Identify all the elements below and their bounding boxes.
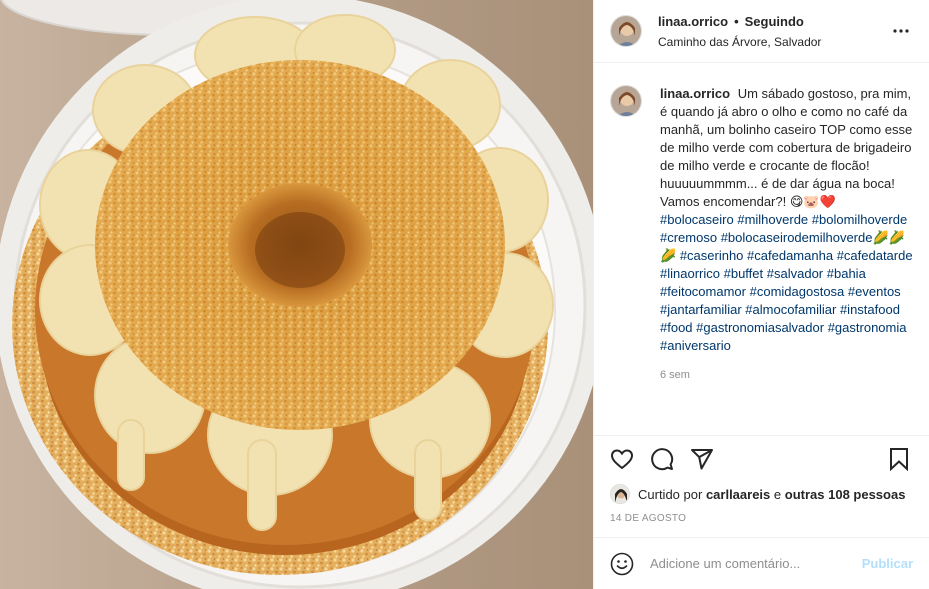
hashtag-link[interactable]: #gastronomiasalvador	[696, 320, 824, 335]
hashtag-link[interactable]: #instafood	[840, 302, 900, 317]
comment-input[interactable]	[650, 556, 862, 571]
hashtag-link[interactable]: #bahia	[827, 266, 866, 281]
hashtag-link[interactable]: #aniversario	[660, 338, 731, 353]
hashtag-link[interactable]: #jantarfamiliar	[660, 302, 742, 317]
hashtag-link[interactable]: #cafedamanha	[747, 248, 833, 263]
hashtag-link[interactable]: #eventos	[848, 284, 901, 299]
hashtag-link[interactable]: #feitocomamor	[660, 284, 746, 299]
smiley-icon	[610, 552, 634, 575]
following-button[interactable]: Seguindo	[745, 14, 804, 29]
post-side-panel: linaa.orrico • Seguindo Caminho das Árvo…	[593, 0, 929, 589]
hashtag-link[interactable]: #gastronomia	[828, 320, 907, 335]
header-line: linaa.orrico • Seguindo	[658, 14, 821, 29]
likes-summary: Curtido por carllaareis e outras 108 pes…	[594, 481, 929, 507]
add-comment-bar: Publicar	[594, 537, 929, 589]
action-bar	[594, 435, 929, 481]
caption-username[interactable]: linaa.orrico	[660, 86, 730, 101]
caption: linaa.orrico Um sábado gostoso, pra mim,…	[610, 85, 913, 381]
caption-message: Um sábado gostoso, pra mim, é quando já …	[660, 86, 913, 209]
share-icon	[691, 448, 713, 469]
like-button[interactable]	[602, 439, 642, 479]
hashtag-link[interactable]: #salvador	[767, 266, 823, 281]
likes-prefix: Curtido por	[638, 486, 703, 502]
hashtag-link[interactable]: #bolomilhoverde	[812, 212, 907, 227]
hashtag-link[interactable]: #cremoso	[660, 230, 717, 245]
author-avatar[interactable]	[610, 15, 642, 47]
hashtag-link[interactable]: #bolocaseiro	[660, 212, 734, 227]
bookmark-icon	[890, 448, 908, 471]
hashtag-link[interactable]: #milhoverde	[737, 212, 808, 227]
comments-section: linaa.orrico Um sábado gostoso, pra mim,…	[594, 63, 929, 435]
liker-avatar[interactable]	[610, 484, 630, 504]
location-link[interactable]: Caminho das Árvore, Salvador	[658, 35, 821, 49]
hashtag-link[interactable]: #almocofamiliar	[745, 302, 836, 317]
avatar-image	[611, 16, 641, 46]
likes-others-link[interactable]: outras 108 pessoas	[785, 487, 906, 502]
save-button[interactable]	[879, 439, 919, 479]
author-username[interactable]: linaa.orrico	[658, 14, 728, 29]
cake-photo	[0, 0, 593, 589]
heart-icon	[610, 448, 634, 469]
hashtag-link[interactable]: #food	[660, 320, 693, 335]
publish-button[interactable]: Publicar	[862, 556, 913, 571]
hashtag-link[interactable]: #caserinho	[680, 248, 744, 263]
emoji-button[interactable]	[610, 552, 634, 576]
header-separator: •	[734, 13, 739, 29]
hashtag-link[interactable]: #buffet	[724, 266, 764, 281]
hashtag-link[interactable]: #cafedatarde	[837, 248, 913, 263]
post-date: 14 DE AGOSTO	[610, 513, 687, 524]
caption-avatar[interactable]	[610, 85, 642, 117]
liker-username[interactable]: carllaareis	[706, 487, 770, 502]
avatar-image	[611, 86, 641, 116]
caption-body: linaa.orrico Um sábado gostoso, pra mim,…	[660, 85, 913, 381]
hashtag-list: #bolocaseiro #milhoverde #bolomilhoverde…	[660, 212, 913, 353]
header-text: linaa.orrico • Seguindo Caminho das Árvo…	[658, 14, 821, 49]
post-header: linaa.orrico • Seguindo Caminho das Árvo…	[594, 0, 929, 63]
comment-icon	[651, 447, 674, 470]
caption-time: 6 sem	[660, 369, 690, 381]
more-horizontal-icon	[893, 29, 909, 33]
post-image[interactable]	[0, 0, 593, 589]
instagram-post: linaa.orrico • Seguindo Caminho das Árvo…	[0, 0, 929, 589]
likes-conjunction: e	[773, 486, 782, 502]
comment-button[interactable]	[642, 439, 682, 479]
more-options-icon[interactable]	[893, 20, 909, 38]
caption-text: linaa.orrico Um sábado gostoso, pra mim,…	[660, 85, 913, 355]
hashtag-link[interactable]: #linaorrico	[660, 266, 720, 281]
avatar-image	[611, 485, 629, 503]
hashtag-link[interactable]: #comidagostosa	[750, 284, 845, 299]
share-button[interactable]	[682, 439, 722, 479]
